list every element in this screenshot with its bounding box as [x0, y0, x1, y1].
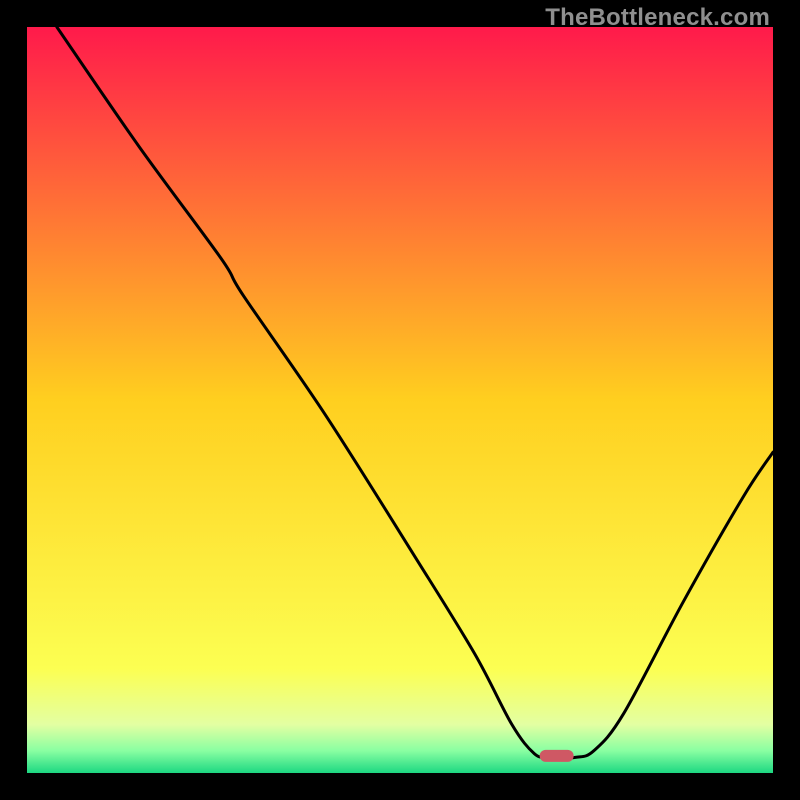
optimal-marker [540, 750, 574, 762]
gradient-background [27, 27, 773, 773]
chart-frame [27, 27, 773, 773]
bottleneck-chart [27, 27, 773, 773]
watermark-text: TheBottleneck.com [545, 4, 770, 32]
